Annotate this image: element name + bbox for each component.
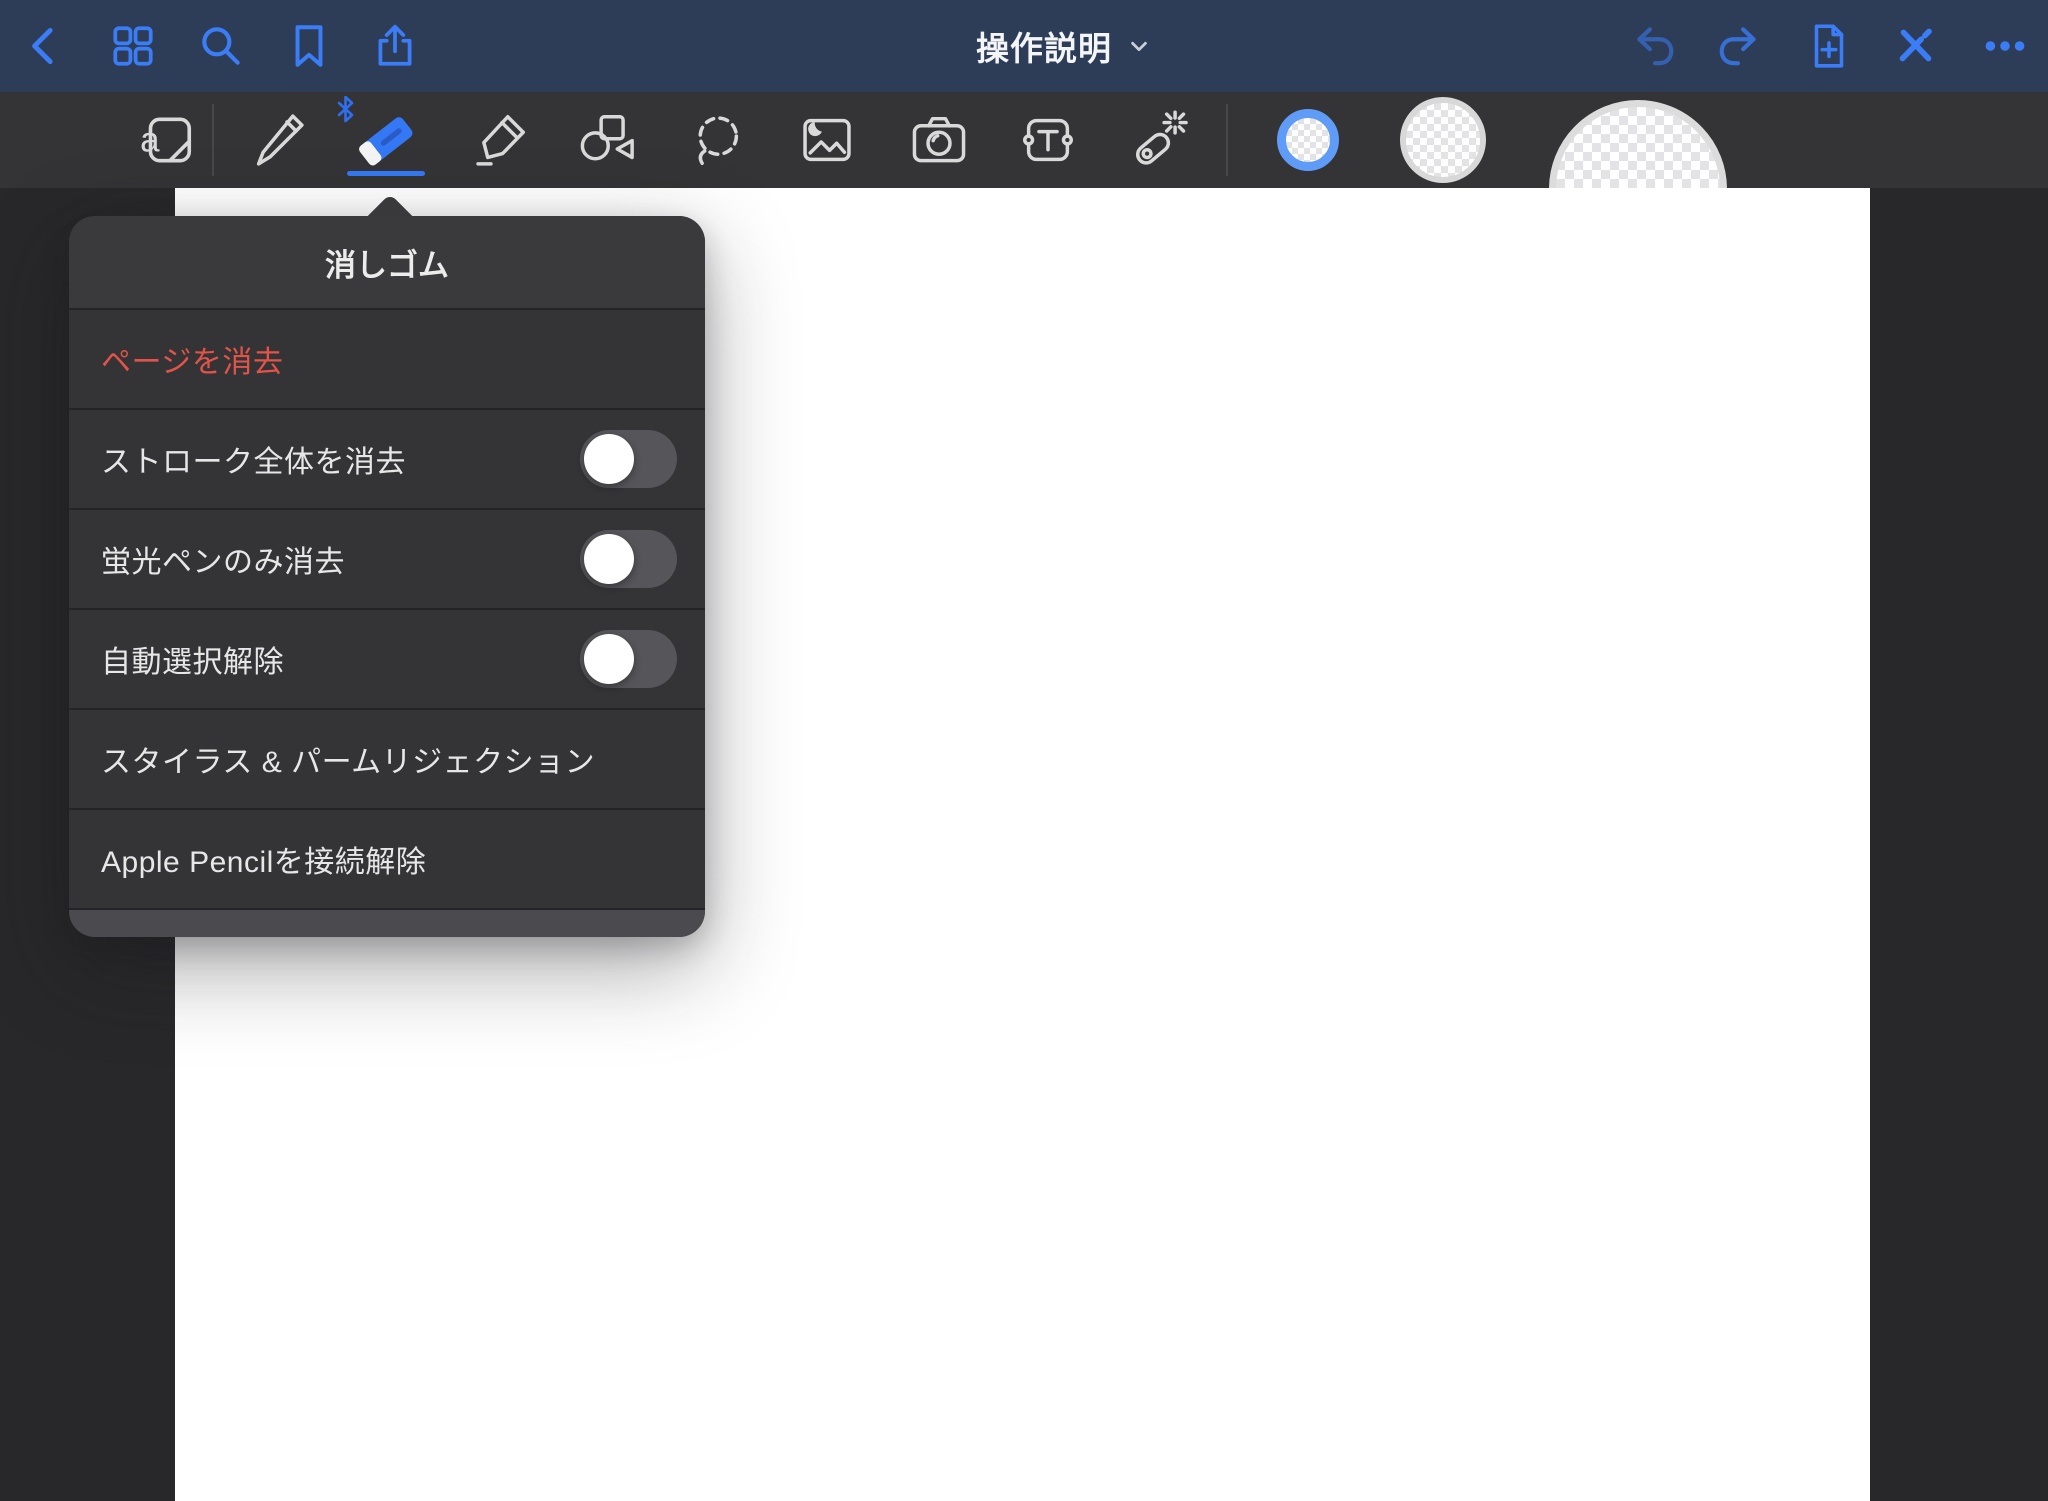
photo-icon <box>796 109 858 171</box>
tool-shapes[interactable] <box>573 108 637 172</box>
add-page-icon <box>1804 21 1854 71</box>
svg-text:a: a <box>140 121 160 160</box>
redo-icon <box>1715 21 1765 71</box>
highlighter-icon <box>469 109 531 171</box>
bluetooth-icon <box>334 94 358 124</box>
chevron-down-icon <box>1128 35 1150 57</box>
popover-title-bar: 消しゴム <box>69 216 705 308</box>
toggle-knob <box>584 434 634 484</box>
menu-item-auto-deselect[interactable]: 自動選択解除 <box>69 608 705 708</box>
menu-item-label: Apple Pencilを接続解除 <box>101 837 426 881</box>
menu-item-label: ストローク全体を消去 <box>101 437 406 481</box>
document-title-menu[interactable]: 操作説明 <box>976 0 1150 92</box>
active-tool-indicator <box>347 171 425 176</box>
toggle-erase-highlighter-only[interactable] <box>580 530 677 588</box>
menu-item-label: スタイラス & パームリジェクション <box>101 737 595 781</box>
chevron-left-icon <box>20 21 70 71</box>
shapes-icon <box>574 109 636 171</box>
grid-icon <box>108 21 158 71</box>
add-page-button[interactable] <box>1801 18 1857 74</box>
text-box-icon <box>1017 109 1079 171</box>
tool-lasso[interactable] <box>685 108 749 172</box>
stylus-cross-icon <box>1891 21 1941 71</box>
view-mode-icon: a <box>135 109 197 171</box>
share-button[interactable] <box>367 18 423 74</box>
tool-photo[interactable] <box>795 108 859 172</box>
menu-item-erase-highlighter-only[interactable]: 蛍光ペンのみ消去 <box>69 508 705 608</box>
search-icon <box>196 21 246 71</box>
page-title: 操作説明 <box>976 22 1112 70</box>
stylus-toggle-button[interactable] <box>1888 18 1944 74</box>
page-thumbnails-button[interactable] <box>105 18 161 74</box>
menu-item-label: ページを消去 <box>101 337 283 381</box>
menu-item-label: 蛍光ペンのみ消去 <box>101 537 345 581</box>
undo-icon <box>1628 21 1678 71</box>
tool-text[interactable] <box>1016 108 1080 172</box>
toolbar-separator <box>212 104 214 176</box>
search-button[interactable] <box>193 18 249 74</box>
more-options-button[interactable] <box>1977 18 2033 74</box>
menu-item-stylus-palm-rejection[interactable]: スタイラス & パームリジェクション <box>69 708 705 808</box>
popover-title: 消しゴム <box>325 240 449 285</box>
lasso-icon <box>686 109 748 171</box>
undo-button[interactable] <box>1625 18 1681 74</box>
popover-scroll-hint <box>69 908 705 937</box>
tool-pen[interactable] <box>246 108 310 172</box>
toggle-knob <box>584 534 634 584</box>
menu-item-erase-page[interactable]: ページを消去 <box>69 308 705 408</box>
tool-laser-pointer[interactable] <box>1125 108 1189 172</box>
laser-pointer-icon <box>1126 109 1188 171</box>
tool-eraser[interactable] <box>349 104 421 176</box>
menu-item-disconnect-apple-pencil[interactable]: Apple Pencilを接続解除 <box>69 808 705 908</box>
menu-item-erase-entire-stroke[interactable]: ストローク全体を消去 <box>69 408 705 508</box>
top-navbar: 操作説明 <box>0 0 2048 92</box>
tool-highlighter[interactable] <box>468 108 532 172</box>
tool-toolbar: a <box>0 92 2048 188</box>
ellipsis-icon <box>1980 21 2030 71</box>
eraser-size-large-swatch[interactable] <box>1549 100 1727 188</box>
eraser-size-medium-swatch[interactable] <box>1400 97 1486 183</box>
eraser-options-popover: 消しゴム ページを消去 ストローク全体を消去 蛍光ペンのみ消去 自動選択解除 ス… <box>69 216 705 937</box>
eraser-size-small-swatch[interactable] <box>1277 109 1339 171</box>
redo-button[interactable] <box>1712 18 1768 74</box>
pen-icon <box>247 109 309 171</box>
camera-icon <box>908 109 970 171</box>
bookmark-button[interactable] <box>281 18 337 74</box>
toggle-knob <box>584 634 634 684</box>
tool-view-mode[interactable]: a <box>134 108 198 172</box>
bookmark-icon <box>284 21 334 71</box>
back-button[interactable] <box>17 18 73 74</box>
toggle-auto-deselect[interactable] <box>580 630 677 688</box>
toggle-erase-entire-stroke[interactable] <box>580 430 677 488</box>
goodnotes-document-screen: 操作説明 <box>0 0 2048 1501</box>
menu-item-label: 自動選択解除 <box>101 637 284 681</box>
share-icon <box>370 21 420 71</box>
eraser-icon <box>349 104 421 176</box>
toolbar-separator <box>1226 104 1228 176</box>
tool-camera[interactable] <box>907 108 971 172</box>
